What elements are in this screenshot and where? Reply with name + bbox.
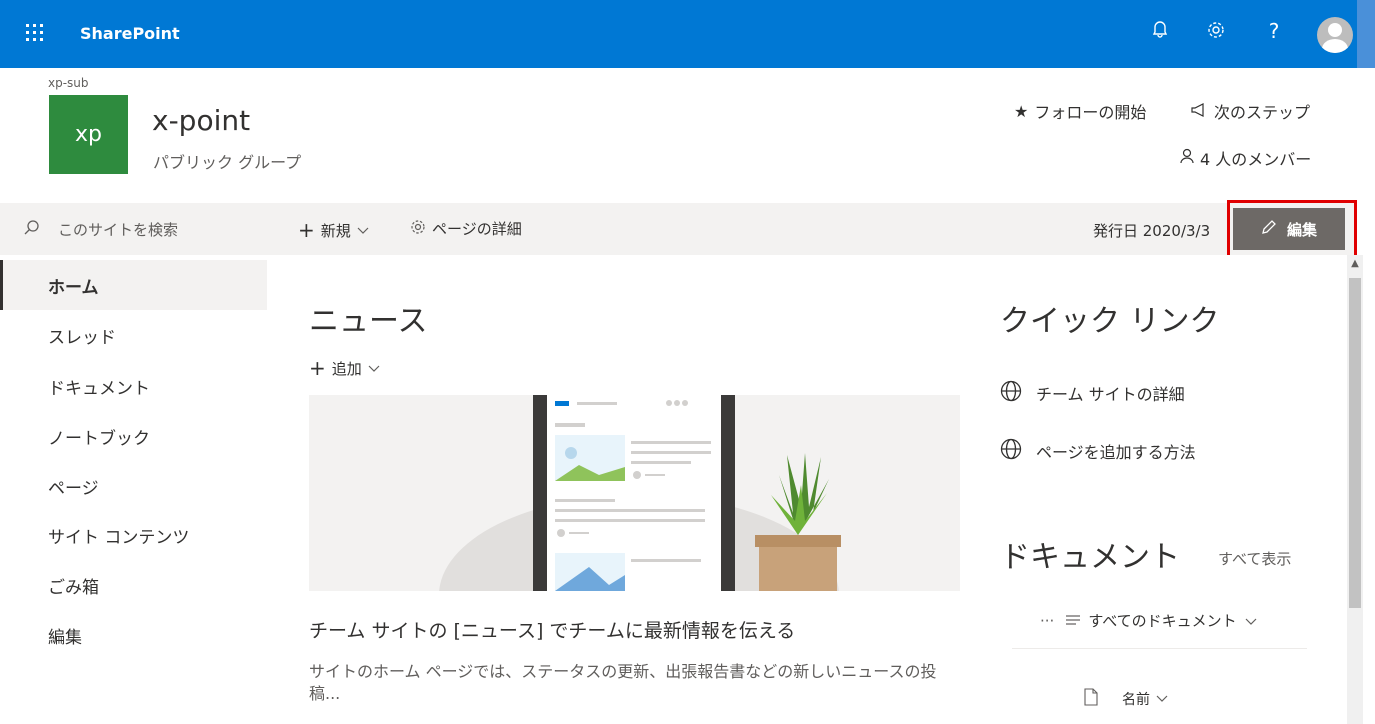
chevron-down-icon: [357, 221, 369, 239]
news-hero-image[interactable]: [309, 395, 960, 591]
help-icon[interactable]: ?: [1262, 19, 1286, 43]
plus-icon: +: [309, 356, 326, 380]
nav-item-pages[interactable]: ページ: [0, 461, 267, 511]
news-add-button[interactable]: + 追加: [309, 356, 380, 380]
scrollbar-thumb[interactable]: [1349, 278, 1361, 608]
quicklink-item[interactable]: チーム サイトの詳細: [1000, 380, 1185, 406]
site-logo[interactable]: xp: [49, 95, 128, 174]
chevron-down-icon: [1156, 691, 1168, 707]
list-icon: [1066, 612, 1081, 630]
globe-icon: [1000, 438, 1022, 464]
documents-column-header: 名前: [1084, 688, 1168, 710]
app-name[interactable]: SharePoint: [80, 24, 180, 43]
see-all-link[interactable]: すべて表示: [1218, 548, 1291, 569]
published-date: 発行日 2020/3/3: [1093, 222, 1211, 240]
globe-icon: [1000, 380, 1022, 406]
site-subtitle: パブリック グループ: [153, 153, 302, 172]
quicklinks-title: クイック リンク: [1000, 304, 1220, 339]
news-headline[interactable]: チーム サイトの [ニュース] でチームに最新情報を伝える: [309, 616, 795, 643]
subsite-label[interactable]: xp-sub: [48, 76, 89, 90]
nav-item-site-contents[interactable]: サイト コンテンツ: [0, 510, 267, 560]
page-details-button[interactable]: ページの詳細: [410, 218, 522, 239]
site-title[interactable]: x-point: [152, 104, 250, 137]
search-placeholder: このサイトを検索: [58, 220, 179, 239]
suite-bar: SharePoint ?: [0, 0, 1375, 68]
next-steps-button[interactable]: 次のステップ: [1190, 99, 1310, 123]
left-navigation: ホーム スレッド ドキュメント ノートブック ページ サイト コンテンツ ごみ箱…: [0, 255, 267, 724]
site-search-box[interactable]: このサイトを検索: [0, 203, 267, 255]
nav-item-threads[interactable]: スレッド: [0, 310, 267, 360]
follow-button[interactable]: ★ フォローの開始: [1014, 99, 1146, 123]
new-button[interactable]: + 新規: [298, 218, 369, 242]
divider: [1012, 648, 1307, 649]
view-switcher[interactable]: すべてのドキュメント: [1066, 610, 1257, 631]
documents-view-bar: ··· すべてのドキュメント: [1040, 610, 1257, 631]
search-icon: [24, 219, 40, 239]
news-section-title: ニュース: [309, 304, 428, 339]
person-icon: [1180, 148, 1194, 168]
bell-icon[interactable]: [1148, 20, 1172, 43]
scroll-up-arrow-icon[interactable]: ▲: [1347, 258, 1363, 274]
settings-icon[interactable]: [1204, 20, 1228, 45]
app-launcher-waffle-icon[interactable]: [24, 22, 48, 46]
chevron-down-icon: [1245, 612, 1257, 630]
nav-item-documents[interactable]: ドキュメント: [0, 361, 267, 411]
members-button[interactable]: 4 人のメンバー: [1180, 146, 1311, 170]
news-description: サイトのホーム ページでは、ステータスの更新、出張報告書などの新しいニュースの投…: [309, 662, 937, 703]
chevron-down-icon: [368, 359, 380, 377]
nav-item-recycle-bin[interactable]: ごみ箱: [0, 560, 267, 610]
megaphone-icon: [1190, 102, 1208, 121]
nav-item-notebook[interactable]: ノートブック: [0, 411, 267, 461]
edit-button-highlight: [1227, 200, 1357, 259]
nav-item-edit[interactable]: 編集: [0, 610, 267, 660]
more-icon[interactable]: ···: [1040, 612, 1054, 630]
documents-title: ドキュメント: [1000, 540, 1180, 575]
avatar[interactable]: [1317, 17, 1353, 53]
nav-item-home[interactable]: ホーム: [0, 260, 267, 310]
plus-icon: +: [298, 218, 315, 242]
gear-icon: [410, 219, 426, 239]
file-type-icon: [1084, 688, 1098, 710]
quicklink-item[interactable]: ページを追加する方法: [1000, 438, 1196, 464]
name-column-header[interactable]: 名前: [1122, 689, 1168, 709]
star-icon: ★: [1014, 101, 1029, 121]
